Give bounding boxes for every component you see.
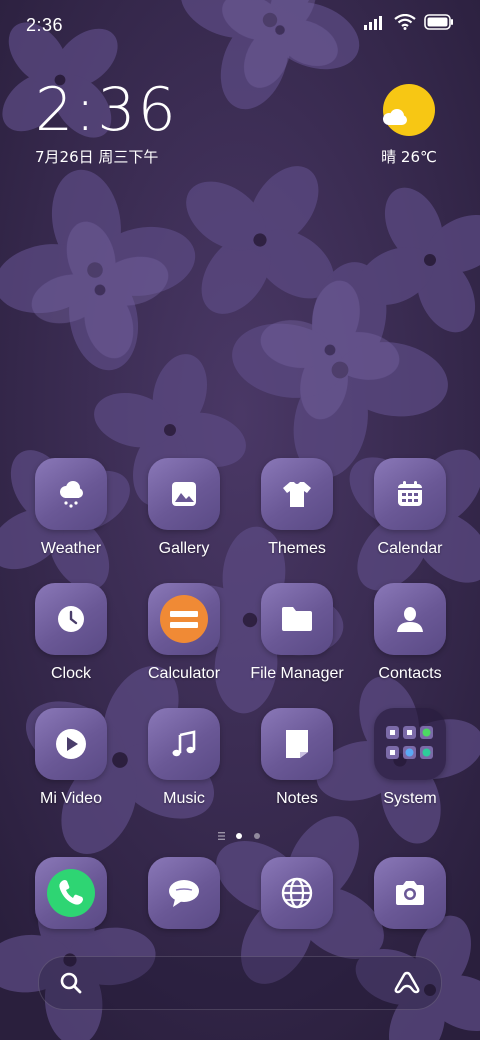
messages-icon[interactable] xyxy=(148,857,220,929)
app-row: Clock Calculator File Manager Contacts xyxy=(0,583,480,708)
status-icons xyxy=(364,14,454,30)
clock-date: 7月26日 周三下午 xyxy=(35,148,159,166)
browser-icon[interactable] xyxy=(261,857,333,929)
app-weather[interactable]: Weather xyxy=(11,458,131,558)
app-label: Music xyxy=(163,790,205,807)
app-label: Clock xyxy=(50,665,91,682)
app-themes[interactable]: Themes xyxy=(237,458,357,558)
app-label: System xyxy=(383,790,437,807)
app-calendar[interactable]: Calendar xyxy=(350,458,470,558)
folder-icon xyxy=(261,583,333,655)
app-label: Themes xyxy=(268,540,326,557)
system-folder-icon xyxy=(374,708,446,780)
app-row: Weather Gallery Themes Calendar xyxy=(0,458,480,583)
app-label: File Manager xyxy=(250,665,344,682)
app-label: Contacts xyxy=(378,665,442,682)
contacts-icon xyxy=(374,583,446,655)
battery-icon xyxy=(424,14,453,30)
notes-icon xyxy=(261,708,333,780)
wifi-icon xyxy=(394,14,416,30)
app-label: Gallery xyxy=(158,540,210,557)
status-bar: 2:36 xyxy=(0,0,480,50)
app-label: Calculator xyxy=(147,665,221,682)
app-gallery[interactable]: Gallery xyxy=(124,458,244,558)
sun-cloud-icon xyxy=(383,84,435,136)
music-icon xyxy=(148,708,220,780)
assistant-icon[interactable] xyxy=(393,970,421,996)
weather-widget[interactable]: 晴 26℃ xyxy=(376,84,442,167)
camera-icon[interactable] xyxy=(374,857,446,929)
page-dot-active xyxy=(236,833,242,839)
signal-icon xyxy=(364,16,382,30)
page-indicator[interactable] xyxy=(0,829,480,841)
calculator-icon xyxy=(148,583,220,655)
app-label: Notes xyxy=(276,790,318,807)
app-calculator[interactable]: Calculator xyxy=(124,583,244,683)
app-label: Mi Video xyxy=(40,790,102,807)
phone-icon[interactable] xyxy=(35,857,107,929)
page-dot xyxy=(254,833,260,839)
themes-icon xyxy=(261,458,333,530)
app-row: Mi Video Music Notes System xyxy=(0,708,480,833)
dock xyxy=(0,857,480,929)
app-mi-video[interactable]: Mi Video xyxy=(11,708,131,808)
app-label: Weather xyxy=(40,540,102,557)
clock-time: 2:36 xyxy=(35,75,178,145)
play-icon xyxy=(35,708,107,780)
app-grid: Weather Gallery Themes Calendar Clock Ca… xyxy=(0,458,480,833)
page-list-icon xyxy=(218,832,225,840)
search-bar[interactable] xyxy=(38,956,442,1010)
app-system-folder[interactable]: System xyxy=(350,708,470,808)
app-notes[interactable]: Notes xyxy=(237,708,357,808)
clock-icon xyxy=(35,583,107,655)
app-label: Calendar xyxy=(377,540,443,557)
clock-widget[interactable]: 2:36 7月26日 周三下午 xyxy=(35,78,178,167)
app-music[interactable]: Music xyxy=(124,708,244,808)
status-time: 2:36 xyxy=(26,15,64,35)
weather-text: 晴 26℃ xyxy=(381,148,437,166)
calendar-icon xyxy=(374,458,446,530)
gallery-icon xyxy=(148,458,220,530)
app-contacts[interactable]: Contacts xyxy=(350,583,470,683)
search-icon[interactable] xyxy=(59,971,83,995)
app-clock[interactable]: Clock xyxy=(11,583,131,683)
weather-icon xyxy=(35,458,107,530)
app-file-manager[interactable]: File Manager xyxy=(237,583,357,683)
